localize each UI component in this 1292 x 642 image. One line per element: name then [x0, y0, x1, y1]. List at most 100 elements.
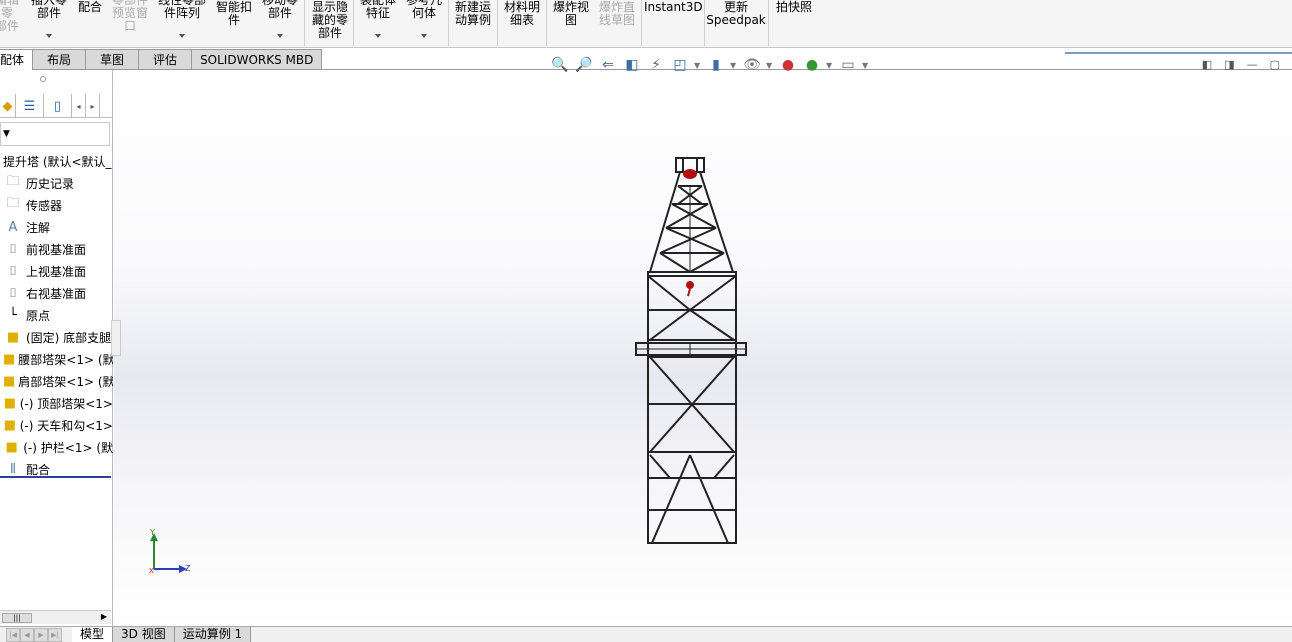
plane-icon: ⌷	[9, 263, 17, 279]
dropdown-arrow-icon[interactable]	[179, 34, 185, 38]
label: 爆炸直 线草图	[598, 0, 635, 27]
tab-motion-study-1[interactable]: 运动算例 1	[174, 627, 252, 642]
tree-item-right-plane[interactable]: ⌷ 右视基准面	[0, 282, 113, 304]
instant3d-button[interactable]: Instant3D	[644, 1, 703, 14]
scroll-left-icon[interactable]: ◂	[72, 94, 86, 118]
minimize-icon[interactable]: —	[1247, 58, 1258, 71]
tree-item-history[interactable]: 🗀 历史记录	[0, 172, 113, 194]
feature-manager-tab[interactable]: ◆	[0, 94, 16, 118]
tree-item-part[interactable]: ■ 肩部塔架<1> (默	[0, 370, 113, 392]
insert-component-button[interactable]: 插入零 部件	[28, 0, 70, 38]
zoom-to-fit-icon[interactable]: 🔍	[550, 55, 570, 75]
tree-item-part[interactable]: ■ (-) 顶部塔架<1>	[0, 392, 113, 414]
restore-left-icon[interactable]: ◧	[1202, 58, 1212, 71]
show-hidden-components-button[interactable]: 显示隐 藏的零 部件	[308, 1, 352, 40]
take-snapshot-button[interactable]: 拍快照	[772, 1, 816, 14]
edit-component-button[interactable]: 编辑零 部件	[0, 0, 24, 33]
reference-geometry-button[interactable]: 参考几 何体	[402, 0, 446, 38]
smart-fasteners-button[interactable]: 智能扣 件	[212, 1, 256, 27]
tree-filter-dropdown[interactable]: ▼	[0, 122, 110, 146]
configuration-manager-tab[interactable]: ▯	[44, 94, 72, 118]
separator	[448, 0, 449, 46]
chevron-down-icon[interactable]: ▼	[694, 61, 702, 70]
tab-evaluate[interactable]: 评估	[139, 49, 193, 70]
dropdown-arrow-icon[interactable]	[46, 34, 52, 38]
bill-of-materials-button[interactable]: 材料明 细表	[501, 1, 543, 27]
mate-button[interactable]: 配合	[76, 1, 104, 14]
tab-sketch[interactable]: 草图	[86, 49, 140, 70]
apply-scene-icon[interactable]: ●	[802, 55, 822, 75]
tree-item-top-plane[interactable]: ⌷ 上视基准面	[0, 260, 113, 282]
mates-icon: ⫴	[10, 461, 16, 477]
tab-solidworks-mbd[interactable]: SOLIDWORKS MBD	[192, 49, 323, 70]
horizontal-scrollbar[interactable]: ||| ▶	[0, 610, 111, 624]
tab-model[interactable]: 模型	[72, 627, 114, 642]
zoom-to-area-icon[interactable]: 🔎	[574, 55, 594, 75]
section-view-icon[interactable]: ◧	[622, 55, 642, 75]
dropdown-arrow-icon[interactable]	[277, 34, 283, 38]
last-tab-icon[interactable]: ▶|	[48, 628, 62, 642]
tree-item-part[interactable]: ■ (-) 护栏<1> (默	[0, 436, 113, 458]
chevron-down-icon[interactable]: ▼	[766, 61, 774, 70]
edit-appearance-icon[interactable]: ●	[778, 55, 798, 75]
chevron-down-icon[interactable]: ▼	[826, 61, 834, 70]
label: 注解	[26, 220, 51, 235]
scroll-right-icon[interactable]: ▸	[86, 94, 100, 118]
graphics-area[interactable]	[114, 70, 1292, 626]
first-tab-icon[interactable]: |◀	[6, 628, 20, 642]
tree-root[interactable]: 提升塔 (默认<默认_	[0, 150, 113, 172]
dynamic-annotation-views-icon[interactable]: ⚡	[646, 55, 666, 75]
label: (固定) 底部支腿	[26, 330, 112, 345]
hide-show-items-icon[interactable]: 👁	[742, 55, 762, 75]
assembly-features-button[interactable]: 装配体 特征	[356, 0, 400, 38]
dropdown-arrow-icon[interactable]	[375, 34, 381, 38]
feature-manager-panel: ◆ ☰ ▯ ◂ ▸ ▼ 提升塔 (默认<默认_ 🗀 历史记录 🗀 传感器 A 注解 ⌷…	[0, 70, 113, 626]
exploded-view-button[interactable]: 爆炸视 图	[549, 1, 593, 27]
previous-view-icon[interactable]: ⇐	[598, 55, 618, 75]
chevron-down-icon[interactable]: ▼	[862, 61, 870, 70]
label: (-) 顶部塔架<1>	[19, 396, 113, 411]
tab-3d-view[interactable]: 3D 视图	[113, 627, 175, 642]
scroll-right-arrow-icon[interactable]: ▶	[101, 612, 107, 621]
plane-icon: ⌷	[9, 285, 17, 301]
tree-item-part[interactable]: ■ (-) 天车和勾<1>	[0, 414, 113, 436]
tree-item-sensors[interactable]: 🗀 传感器	[0, 194, 113, 216]
label: 历史记录	[26, 176, 75, 191]
annotation-folder-icon: A	[8, 219, 18, 235]
explode-line-sketch-button[interactable]: 爆炸直 线草图	[596, 1, 638, 27]
previous-tab-icon[interactable]: ◀	[20, 628, 34, 642]
tree-item-origin[interactable]: └ 原点	[0, 304, 113, 326]
panel-grip-icon[interactable]	[40, 76, 46, 82]
tab-assembly[interactable]: 配体	[0, 49, 34, 70]
maximize-icon[interactable]: ▢	[1270, 58, 1280, 71]
scrollbar-thumb[interactable]: |||	[2, 613, 32, 623]
update-speedpak-button[interactable]: 更新 Speedpak	[706, 1, 766, 27]
component-preview-button[interactable]: 零部件 预览窗 口	[108, 0, 152, 33]
label: 更新 Speedpak	[706, 0, 766, 27]
next-tab-icon[interactable]: ▶	[34, 628, 48, 642]
tree-item-part[interactable]: ■ 腰部塔架<1> (默	[0, 348, 113, 370]
tab-layout[interactable]: 布局	[33, 49, 87, 70]
tower-model	[635, 157, 747, 544]
label: 右视基准面	[26, 286, 87, 301]
tree-item-front-plane[interactable]: ⌷ 前视基准面	[0, 238, 113, 260]
window-controls: ◧ ◨ — ▢	[1202, 58, 1280, 71]
restore-right-icon[interactable]: ◨	[1224, 58, 1234, 71]
rollback-bar[interactable]	[0, 476, 111, 478]
dropdown-arrow-icon[interactable]	[421, 34, 427, 38]
view-orientation-icon[interactable]: ◰	[670, 55, 690, 75]
view-settings-icon[interactable]: ▭	[838, 55, 858, 75]
tree-item-annotations[interactable]: A 注解	[0, 216, 113, 238]
new-motion-study-button[interactable]: 新建运 动算例	[452, 1, 494, 27]
panel-splitter-handle[interactable]	[111, 320, 121, 356]
display-style-icon[interactable]: ▮	[706, 55, 726, 75]
tree-item-part[interactable]: ■ (固定) 底部支腿	[0, 326, 113, 348]
panel-tabs: ◆ ☰ ▯ ◂ ▸	[0, 94, 113, 118]
chevron-down-icon[interactable]: ▼	[730, 61, 738, 70]
divider	[1065, 52, 1292, 54]
property-manager-tab[interactable]: ☰	[16, 94, 44, 118]
linear-pattern-button[interactable]: 线性零部 件阵列	[156, 0, 208, 38]
label: 肩部塔架<1> (默	[18, 374, 113, 389]
label: 拍快照	[775, 0, 812, 14]
move-component-button[interactable]: 移动零 部件	[258, 0, 302, 38]
